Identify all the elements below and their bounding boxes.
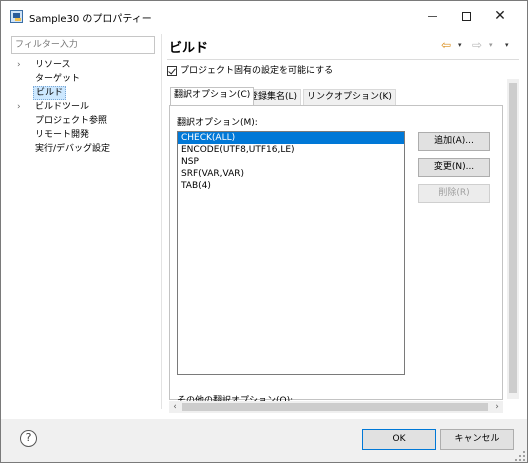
header-divider [167,59,519,60]
pane-divider[interactable] [161,34,162,409]
scroll-left-icon[interactable]: ‹ [169,401,181,413]
chevron-down-icon[interactable]: ▾ [458,37,462,53]
category-tree: › リソース ターゲット ビルド › ビルドツール プロジェクト参照 リモート開… [11,58,156,156]
help-icon[interactable]: ? [20,430,37,447]
minimize-icon [427,16,437,17]
app-icon [10,10,23,23]
minimize-button[interactable] [415,1,449,31]
tree-item-run-debug-settings[interactable]: 実行/デバッグ設定 [11,142,156,156]
change-button[interactable]: 変更(N)... [418,158,490,177]
dialog-footer: ? OK キャンセル [1,419,527,462]
tab-translate-options[interactable]: 翻訳オプション(C) [170,87,255,105]
cancel-button[interactable]: キャンセル [440,429,514,450]
tree-item-label: プロジェクト参照 [35,116,108,126]
list-item[interactable]: SRF(VAR,VAR) [178,168,404,180]
chevron-right-icon[interactable]: › [17,100,27,114]
list-item[interactable]: CHECK(ALL) [178,132,404,144]
resize-grip-icon[interactable] [515,451,525,461]
tree-item-label: 実行/デバッグ設定 [35,144,111,154]
list-item[interactable]: ENCODE(UTF8,UTF16,LE) [178,144,404,156]
delete-button[interactable]: 削除(R) [418,184,490,203]
close-button[interactable]: ✕ [483,1,517,31]
scrollbar-thumb[interactable] [182,403,488,411]
scrollbar-thumb[interactable] [509,83,517,393]
checkbox-label: プロジェクト固有の設定を可能にする [180,66,334,76]
view-menu-icon[interactable]: ▾ [505,37,509,53]
tree-item-build[interactable]: ビルド [11,86,156,100]
add-button[interactable]: 追加(A)... [418,132,490,151]
vertical-scrollbar[interactable] [507,79,519,399]
tree-item-label: ビルドツール [35,102,90,112]
scroll-right-icon[interactable]: › [491,401,503,413]
chevron-down-icon[interactable]: ▾ [489,37,493,53]
tree-item-label: リモート開発 [35,130,90,140]
tree-item-target[interactable]: ターゲット [11,72,156,86]
back-arrow-icon[interactable]: ⇦ [441,37,451,53]
close-icon: ✕ [494,8,506,24]
page-title: ビルド [169,41,209,56]
forward-arrow-icon[interactable]: ⇨ [472,37,482,53]
maximize-icon [461,12,471,21]
window-title: Sample30 のプロパティー [29,14,152,25]
title-bar[interactable]: Sample30 のプロパティー ✕ [1,1,527,31]
properties-dialog: Sample30 のプロパティー ✕ › リソース ターゲット ビルド › ビル… [0,0,528,463]
maximize-button[interactable] [449,1,483,31]
ok-button[interactable]: OK [362,429,436,450]
tree-item-label: リソース [35,60,71,70]
checkbox-checked-icon[interactable] [167,66,177,76]
options-list-label: 翻訳オプション(M): [177,118,258,128]
list-item[interactable]: NSP [178,156,404,168]
filter-input[interactable] [11,36,155,54]
list-item[interactable]: TAB(4) [178,180,404,192]
horizontal-scrollbar[interactable]: ‹ › [169,401,503,413]
chevron-right-icon[interactable]: › [17,58,27,72]
tab-link-options[interactable]: リンクオプション(K) [303,89,396,105]
tree-item-project-references[interactable]: プロジェクト参照 [11,114,156,128]
tree-item-label: ビルド [33,86,67,100]
tree-item-build-tools[interactable]: › ビルドツール [11,100,156,114]
tree-item-remote-development[interactable]: リモート開発 [11,128,156,142]
tree-item-label: ターゲット [35,74,81,84]
options-listbox[interactable]: CHECK(ALL) ENCODE(UTF8,UTF16,LE) NSP SRF… [177,131,405,375]
tree-item-resource[interactable]: › リソース [11,58,156,72]
